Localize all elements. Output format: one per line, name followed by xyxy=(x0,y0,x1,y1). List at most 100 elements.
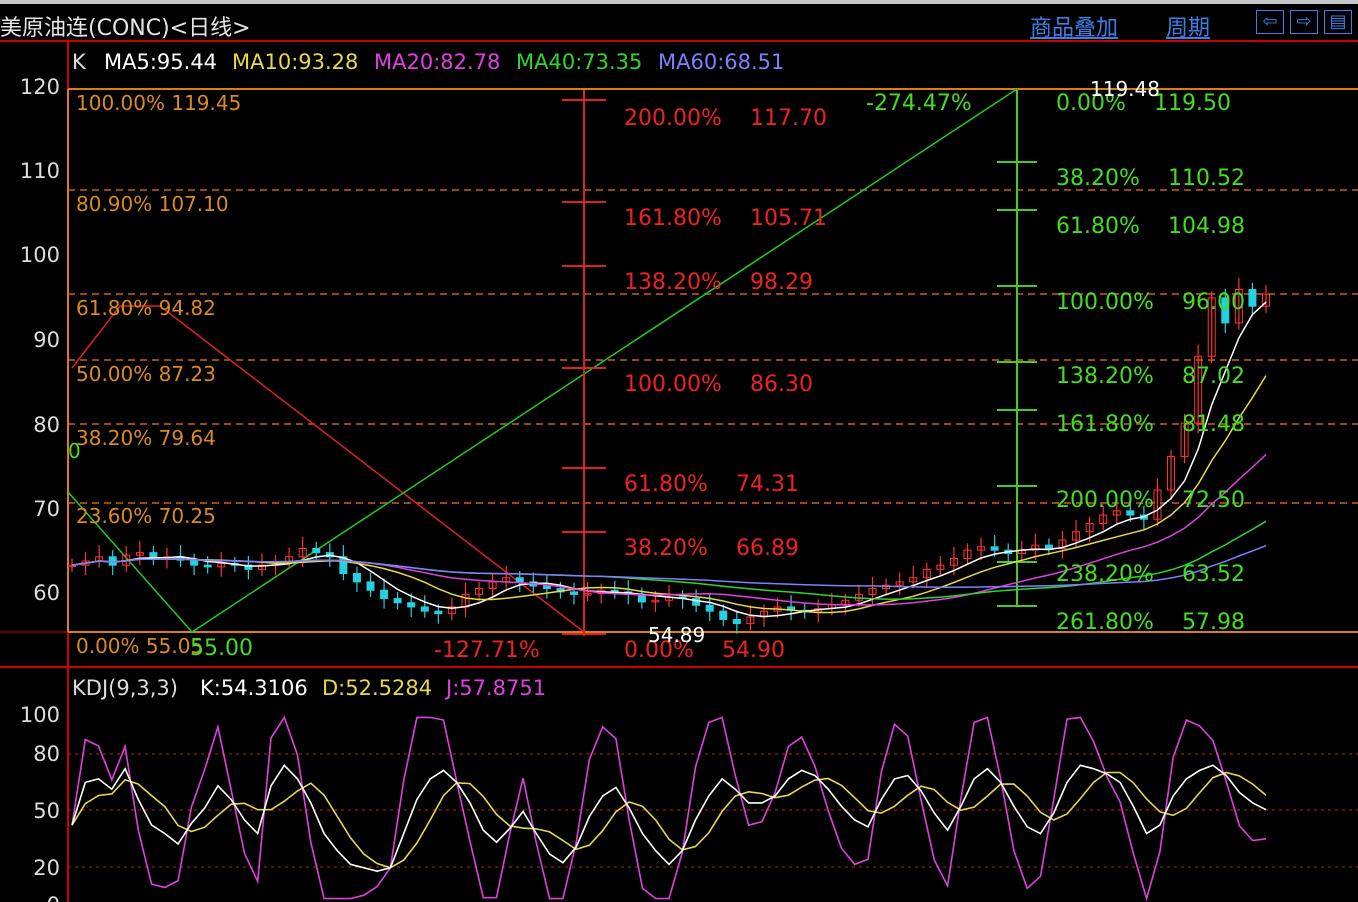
fib-right-val: 57.98 xyxy=(1182,610,1245,635)
fib-left-label: 50.00% 87.23 xyxy=(76,362,216,386)
candle-body xyxy=(393,598,402,604)
fib-right-pct: 61.80% xyxy=(1056,214,1140,239)
title-bar: 美原油连(CONC)<日线> 商品叠加 周期 ⇦ ⇨ ▤ xyxy=(0,0,1358,42)
scroll-right-icon[interactable]: ⇨ xyxy=(1290,10,1318,34)
k-label: K xyxy=(72,50,87,74)
candle-body xyxy=(570,591,579,595)
price-tick: 100 xyxy=(20,243,60,267)
candle-body xyxy=(420,606,429,612)
fib-right-pct: 261.80% xyxy=(1056,610,1154,635)
candle-body xyxy=(366,581,375,591)
high-price-label: 119.48 xyxy=(1090,77,1160,101)
fib-mid-pct: 100.00% xyxy=(624,372,722,397)
kdj-axis: 100 80 50 20 0 xyxy=(20,703,60,902)
candle-body xyxy=(719,610,728,620)
fib-right-val: 104.98 xyxy=(1168,214,1245,239)
candle-body xyxy=(1248,288,1257,307)
kdj-label: KDJ(9,3,3) xyxy=(72,676,178,700)
fib-mid-pct: 38.20% xyxy=(624,536,708,561)
kdj-d-value: D:52.5284 xyxy=(322,676,432,700)
candle-body xyxy=(515,577,524,583)
low-price-label: 54.89 xyxy=(648,623,705,647)
fib-mid-pct: 161.80% xyxy=(624,206,722,231)
fib-right-pct: 161.80% xyxy=(1056,412,1154,437)
price-tick: 80 xyxy=(33,413,60,437)
kdj-d-line xyxy=(71,771,1267,869)
fib-right-pct: 200.00% xyxy=(1056,488,1154,513)
candle-body xyxy=(434,610,443,615)
green-fib-ruler xyxy=(997,89,1037,607)
fib-right-pct: 138.20% xyxy=(1056,364,1154,389)
overlay-commodity-link[interactable]: 商品叠加 xyxy=(1030,10,1118,42)
candle-body xyxy=(407,602,416,608)
fib-right-val: 63.52 xyxy=(1182,562,1245,587)
fib-grid xyxy=(67,88,1358,633)
candle-body xyxy=(732,618,741,625)
kdj-tick: 100 xyxy=(20,703,60,727)
kdj-tick: 0 xyxy=(47,893,60,902)
fib-right-pct: 38.20% xyxy=(1056,166,1140,191)
fib-left-label: 100.00% 119.45 xyxy=(76,91,241,115)
fib-mid-val: 117.70 xyxy=(750,106,827,131)
fib-mid-val: 86.30 xyxy=(750,372,813,397)
kdj-tick: 50 xyxy=(33,799,60,823)
layout-icon[interactable]: ▤ xyxy=(1324,10,1352,34)
kdj-lines xyxy=(71,715,1267,902)
ma10-label: MA10:93.28 xyxy=(232,50,358,74)
low-green-label: 55.00 xyxy=(190,636,253,661)
fib-left-label: 61.80% 94.82 xyxy=(76,296,216,320)
fib-right-labels: 0.00% 119.50 38.20% 110.52 61.80% 104.98… xyxy=(1056,91,1245,635)
kdj-tick: 20 xyxy=(33,856,60,880)
candle-body xyxy=(1044,544,1053,549)
candle-body xyxy=(190,559,199,566)
fib-mid-pct: 61.80% xyxy=(624,472,708,497)
pct-green-top: -274.47% xyxy=(866,91,972,116)
fib-mid-pct: 200.00% xyxy=(624,106,722,131)
period-link[interactable]: 周期 xyxy=(1166,10,1210,42)
fib-mid-pct: 138.20% xyxy=(624,270,722,295)
candle-body xyxy=(990,546,999,551)
price-tick: 70 xyxy=(33,497,60,521)
fib-mid-val: 74.31 xyxy=(736,472,799,497)
price-tick: 110 xyxy=(20,159,60,183)
kdj-k-line xyxy=(71,764,1267,873)
fib-left-label: 38.20% 79.64 xyxy=(76,426,216,450)
fib-right-val: 119.50 xyxy=(1154,91,1231,116)
candle-body xyxy=(108,556,117,566)
fib-mid-val: 66.89 xyxy=(736,536,799,561)
kdj-tick: 80 xyxy=(33,742,60,766)
candle-body xyxy=(542,585,551,590)
fib-mid-val: 98.29 xyxy=(750,270,813,295)
candle-body xyxy=(312,547,321,554)
kdj-k-value: K:54.3106 xyxy=(200,676,308,700)
ma60-label: MA60:68.51 xyxy=(658,50,784,74)
fib-right-val: 72.50 xyxy=(1182,488,1245,513)
fib-left-labels: 100.00% 119.45 80.90% 107.10 61.80% 94.8… xyxy=(76,91,241,658)
ma5-label: MA5:95.44 xyxy=(104,50,217,74)
fib-right-pct: 100.00% xyxy=(1056,290,1154,315)
ma20-label: MA20:82.78 xyxy=(374,50,500,74)
price-chart[interactable]: K MA5:95.44 MA10:93.28 MA20:82.78 MA40:7… xyxy=(0,40,1358,902)
scroll-left-icon[interactable]: ⇦ xyxy=(1256,10,1284,34)
fib-left-label: 0.00% 55.05 xyxy=(76,634,203,658)
price-tick: 60 xyxy=(33,581,60,605)
candle-body xyxy=(380,589,389,600)
fib-left-label: 80.90% 107.10 xyxy=(76,192,229,216)
price-tick: 90 xyxy=(33,328,60,352)
zero-green-label: 0 xyxy=(68,439,81,463)
candle-body xyxy=(352,573,361,583)
kdj-j-line xyxy=(71,715,1267,902)
ma40-label: MA40:73.35 xyxy=(516,50,642,74)
price-tick: 120 xyxy=(20,75,60,99)
chart-title: 美原油连(CONC)<日线> xyxy=(0,16,251,41)
fib-right-val: 110.52 xyxy=(1168,166,1245,191)
fib-left-label: 23.60% 70.25 xyxy=(76,504,216,528)
fib-mid-val: 105.71 xyxy=(750,206,827,231)
kdj-j-value: J:57.8751 xyxy=(444,676,546,700)
fib-right-val: 87.02 xyxy=(1182,364,1245,389)
price-axis: 120 110 100 90 80 70 60 xyxy=(20,75,60,605)
fib-right-pct: 238.20% xyxy=(1056,562,1154,587)
pct-red-bottom: -127.71% xyxy=(434,638,540,663)
fib-right-val: 96.00 xyxy=(1182,290,1245,315)
candle-body xyxy=(203,564,212,568)
